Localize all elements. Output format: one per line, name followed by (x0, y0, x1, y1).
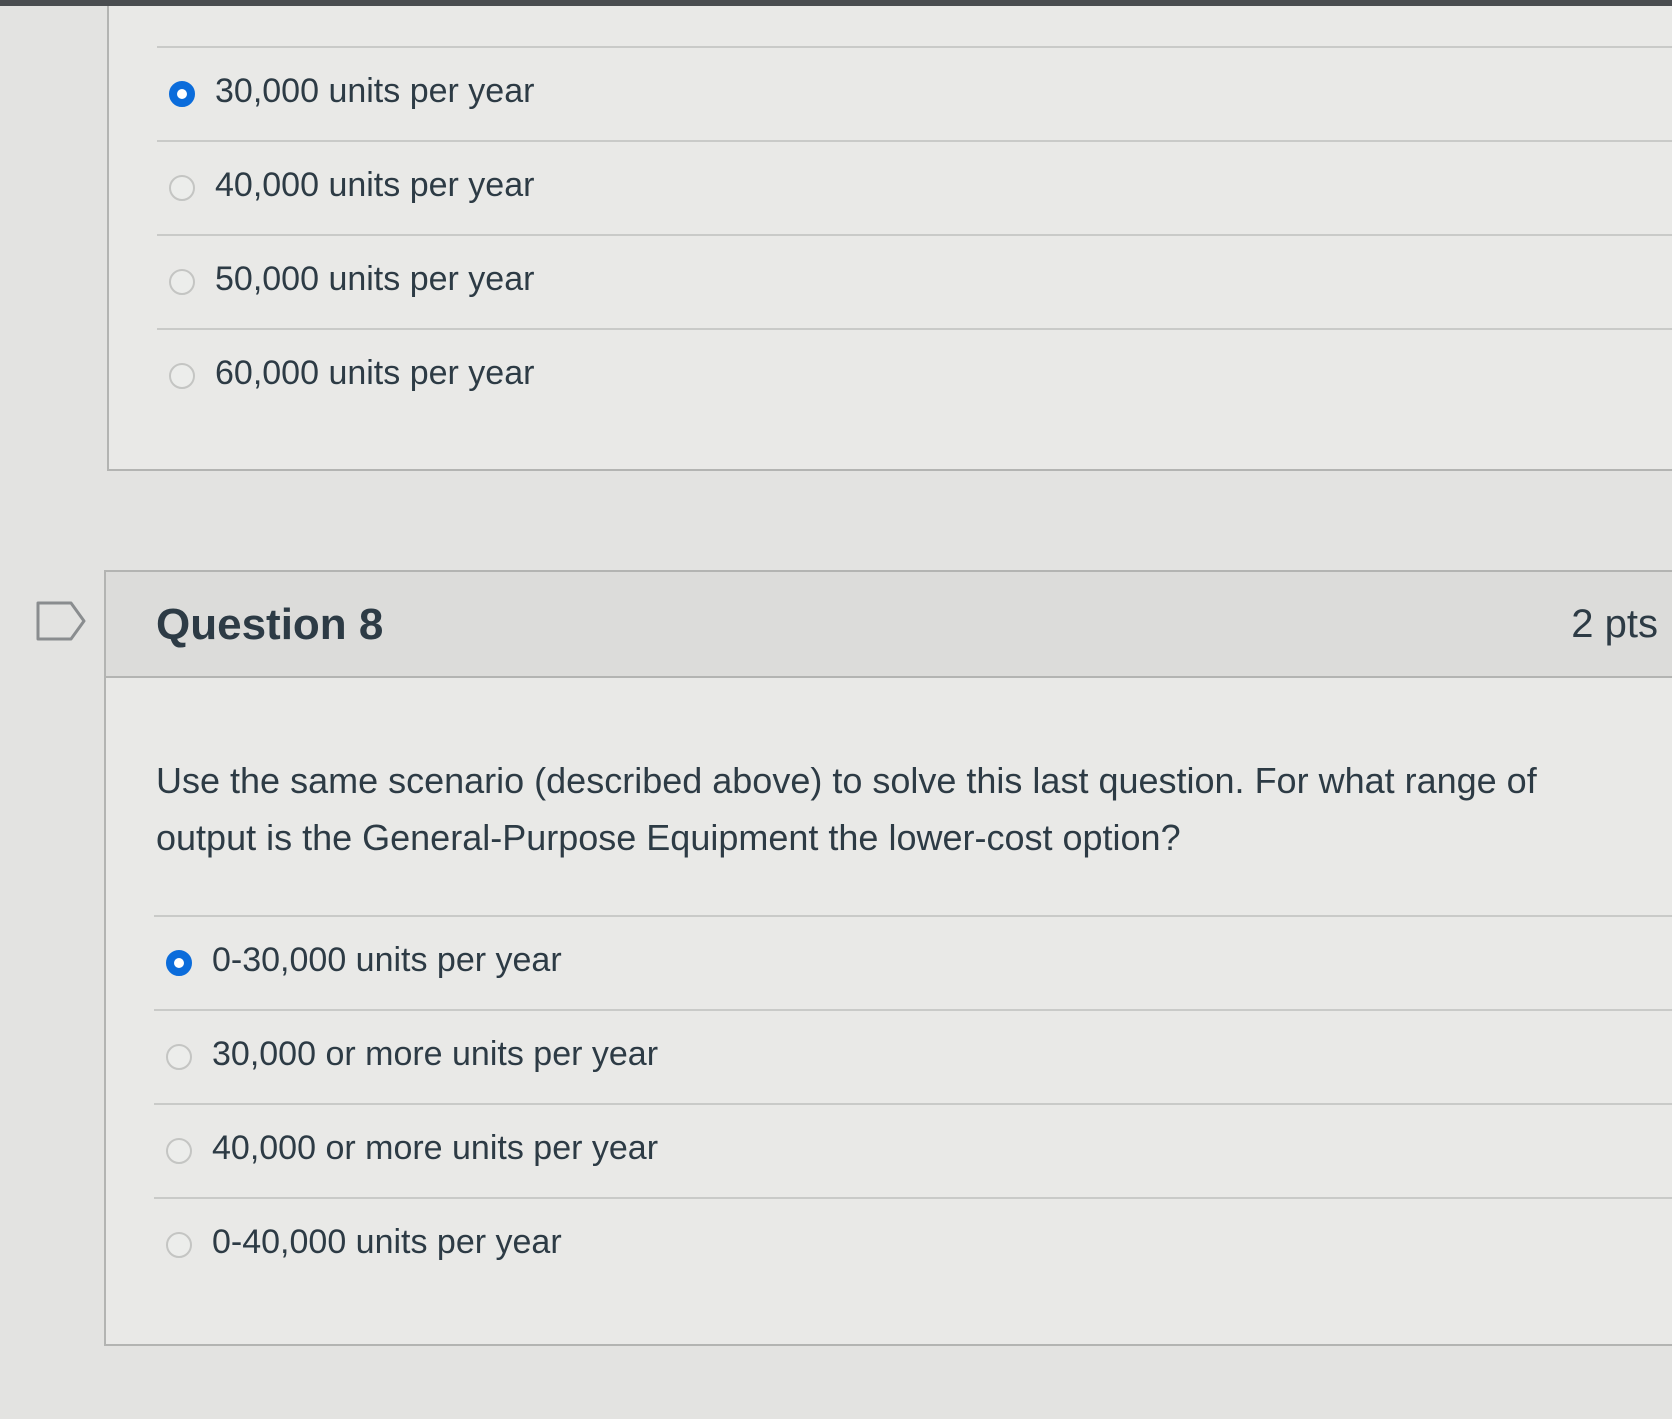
answer-label: 30,000 or more units per year (212, 1035, 659, 1073)
answer-label: 50,000 units per year (215, 260, 535, 298)
answer-label: 0-30,000 units per year (212, 941, 562, 979)
answer-option[interactable]: 30,000 units per year (157, 46, 1672, 142)
answer-option[interactable]: 0-30,000 units per year (154, 915, 1672, 1011)
radio-icon[interactable] (166, 1138, 192, 1164)
question-card: Question 8 2 pts Use the same scenario (… (104, 570, 1672, 1346)
flag-question-icon[interactable] (35, 600, 87, 642)
answer-option[interactable]: 60,000 units per year (157, 328, 1672, 424)
question-points: 2 pts (1571, 602, 1658, 646)
answer-label: 0-40,000 units per year (212, 1223, 562, 1261)
answer-label: 40,000 or more units per year (212, 1129, 659, 1167)
radio-icon[interactable] (166, 1232, 192, 1258)
answer-label: 30,000 units per year (215, 72, 535, 110)
answer-option[interactable]: 0-40,000 units per year (154, 1197, 1672, 1293)
question-header: Question 8 2 pts (106, 572, 1672, 678)
answer-label: 40,000 units per year (215, 166, 535, 204)
answer-option[interactable]: 30,000 or more units per year (154, 1009, 1672, 1105)
previous-question-card: 30,000 units per year 40,000 units per y… (107, 6, 1672, 471)
radio-icon[interactable] (169, 175, 195, 201)
radio-selected-icon[interactable] (169, 81, 195, 107)
answer-option[interactable]: 40,000 units per year (157, 140, 1672, 236)
answer-option[interactable]: 50,000 units per year (157, 234, 1672, 330)
radio-icon[interactable] (166, 1044, 192, 1070)
radio-icon[interactable] (169, 269, 195, 295)
radio-selected-icon[interactable] (166, 950, 192, 976)
question-text: Use the same scenario (described above) … (156, 760, 1537, 858)
answer-label: 60,000 units per year (215, 354, 535, 392)
question-title: Question 8 (156, 600, 384, 649)
answer-option[interactable]: 40,000 or more units per year (154, 1103, 1672, 1199)
radio-icon[interactable] (169, 363, 195, 389)
